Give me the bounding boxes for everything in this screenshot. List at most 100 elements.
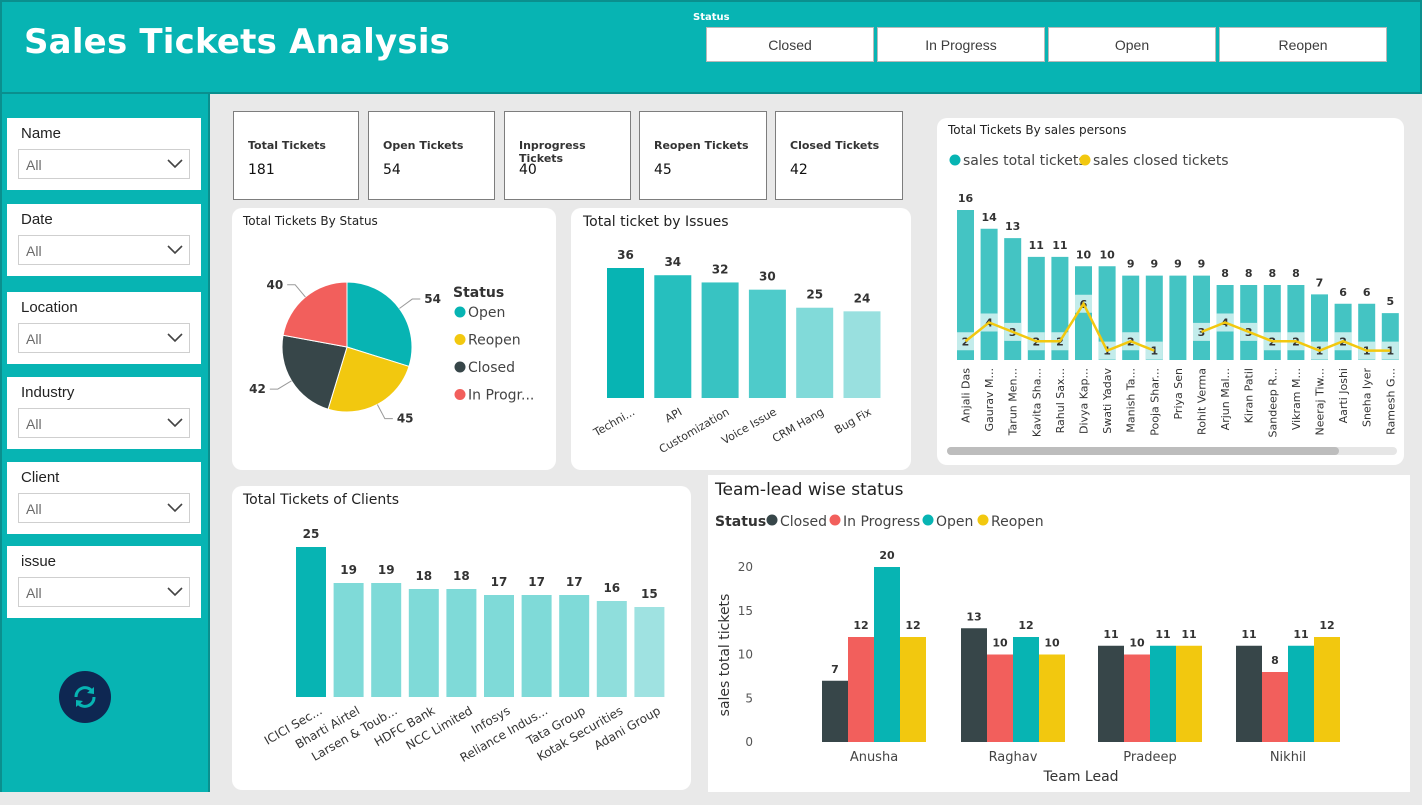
x-tick-label: Swati Yadav [1101, 368, 1114, 434]
slicer-dropdown[interactable]: All [18, 408, 190, 438]
bar [987, 654, 1013, 742]
y-tick-label: 10 [738, 648, 753, 662]
pie-leader-line [269, 380, 292, 390]
slicer-label: issue [21, 553, 57, 570]
bar-data-label: 18 [453, 569, 470, 583]
salespersons-combo-chart: sales total tickets sales closed tickets 1… [947, 153, 1399, 455]
x-tick-label: Sneha Iyer [1361, 368, 1374, 427]
pie-slice [282, 281, 348, 348]
legend-marker [977, 514, 989, 526]
bar-data-label: 12 [853, 619, 868, 632]
status-button-open[interactable]: Open [1048, 27, 1216, 62]
line-data-label: 1 [1150, 345, 1158, 358]
x-tick-label: Priya Sen [1172, 368, 1185, 420]
bar-data-label: 9 [1198, 258, 1206, 271]
x-tick-label: Techni... [591, 405, 637, 439]
slicer-dropdown[interactable]: All [18, 149, 190, 179]
bar [1039, 654, 1065, 742]
slicer-value: All [26, 585, 42, 601]
kpi-label: Closed Tickets [790, 139, 880, 152]
bar-data-label: 10 [992, 637, 1008, 650]
refresh-button[interactable] [59, 671, 111, 723]
x-tick-label: Rohit Verma [1196, 368, 1209, 435]
bar-data-label: 18 [415, 569, 432, 583]
bar-data-label: 24 [854, 291, 871, 305]
line-data-label: 3 [1198, 326, 1206, 339]
pie-leader-line [399, 298, 421, 309]
bar [1262, 672, 1288, 742]
bar-data-label: 17 [528, 575, 545, 589]
x-tick-label: Pradeep [1123, 750, 1176, 765]
bar-data-label: 10 [1129, 637, 1145, 650]
bar-data-label: 12 [1018, 619, 1033, 632]
legend-item: sales closed tickets [1093, 153, 1229, 169]
x-tick-label: Nikhil [1270, 750, 1306, 765]
slicer-1: Date All [7, 204, 201, 276]
bar [1288, 645, 1314, 742]
bar [296, 547, 326, 697]
x-tick-label: Tarun Men... [1007, 368, 1020, 436]
status-button-in-progress[interactable]: In Progress [877, 27, 1045, 62]
bar-data-label: 16 [603, 581, 620, 595]
legend-marker [766, 514, 778, 526]
bar-data-label: 13 [1005, 220, 1020, 233]
kpi-value: 54 [383, 162, 401, 178]
x-tick-label: CRM Hang [770, 405, 826, 445]
legend-marker [454, 306, 466, 318]
bar-data-label: 30 [759, 270, 776, 284]
x-tick-label: Raghav [989, 750, 1038, 765]
legend-item: sales total tickets [963, 153, 1086, 169]
panel-teamlead-chart: Team-lead wise status Status Closed In Pro… [708, 475, 1410, 792]
chevron-down-icon [167, 418, 183, 428]
slicer-label: Location [21, 299, 78, 316]
legend-marker [829, 514, 841, 526]
x-tick-label: Rahul Sax... [1054, 368, 1067, 433]
legend-marker [454, 334, 466, 345]
bar-data-label: 14 [981, 211, 997, 224]
slicer-4: Client All [7, 462, 201, 534]
slicer-label: Name [21, 125, 62, 142]
bar-data-label: 11 [1029, 239, 1044, 252]
bar-data-label: 11 [1241, 628, 1256, 641]
bar-data-label: 32 [712, 262, 729, 276]
slicer-value: All [26, 501, 42, 517]
bar-data-label: 19 [340, 563, 357, 577]
slicer-label: Industry [21, 384, 75, 401]
legend-item: Open [936, 514, 973, 530]
chevron-down-icon [167, 587, 183, 597]
bar [1236, 645, 1262, 742]
bar-data-label: 11 [1052, 239, 1067, 252]
bar [980, 228, 998, 360]
slicer-2: Location All [7, 292, 201, 364]
bar-data-label: 8 [1271, 654, 1279, 667]
slicer-value: All [26, 157, 42, 173]
slicer-value: All [26, 243, 42, 259]
bar [1013, 637, 1039, 742]
panel-clients-chart: Total Tickets of Clients 25 ICICI Sec... 1… [232, 486, 691, 790]
y-tick-label: 0 [745, 735, 753, 749]
issues-bar-chart: 36Techni...34API32Customization30Voice I… [591, 248, 881, 456]
x-tick-label: Sandeep R... [1266, 368, 1279, 437]
slicer-3: Industry All [7, 377, 201, 449]
pie-leader-line [287, 284, 306, 298]
slicer-value: All [26, 416, 42, 432]
chevron-down-icon [167, 333, 183, 343]
slicer-dropdown[interactable]: All [18, 323, 190, 353]
status-button-reopen[interactable]: Reopen [1219, 27, 1387, 62]
x-tick-label: Arjun Mal... [1219, 368, 1232, 430]
bar [843, 311, 881, 398]
kpi-label: Open Tickets [383, 139, 464, 152]
bar [654, 275, 692, 398]
status-button-closed[interactable]: Closed [706, 27, 874, 62]
bar-data-label: 15 [641, 587, 658, 601]
slicer-label: Date [21, 211, 53, 228]
slicer-dropdown[interactable]: All [18, 235, 190, 265]
x-axis-label: Team Lead [1042, 769, 1118, 785]
bar-data-label: 8 [1221, 267, 1229, 280]
slicer-dropdown[interactable]: All [18, 493, 190, 523]
pie-data-label: 40 [266, 278, 283, 292]
bar [408, 589, 439, 697]
x-tick-label: Manish Ta... [1125, 368, 1138, 433]
slicer-dropdown[interactable]: All [18, 577, 190, 607]
bar-data-label: 10 [1076, 248, 1092, 261]
